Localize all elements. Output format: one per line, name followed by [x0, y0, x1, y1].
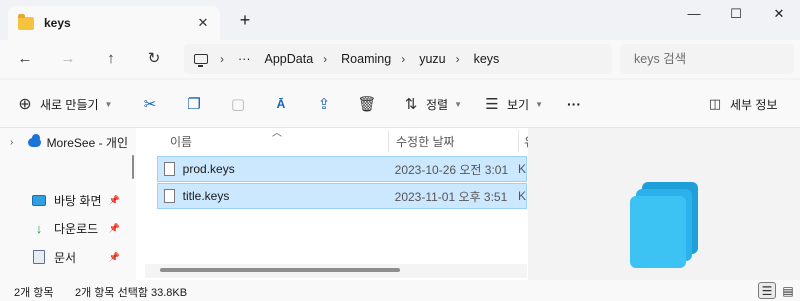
forward-button[interactable]: →	[57, 48, 79, 70]
column-divider[interactable]	[388, 130, 389, 152]
file-row-title-keys[interactable]: title.keys 2023-11-01 오후 3:51 K	[157, 183, 527, 209]
file-type: K	[517, 162, 526, 176]
breadcrumb-separator[interactable]: ›	[323, 52, 327, 66]
share-button[interactable]: ⇪	[315, 92, 333, 116]
details-view-icon: ☰	[761, 283, 773, 298]
plus-icon: ⊕	[18, 96, 32, 113]
sort-ascending-icon: ︿	[272, 128, 282, 139]
document-icon	[33, 250, 45, 264]
cut-button[interactable]: ✂	[141, 92, 159, 116]
tab-title: keys	[44, 16, 71, 30]
sidebar-scrollbar[interactable]	[132, 155, 134, 179]
new-tab-button[interactable]: +	[236, 11, 254, 29]
details-view-button[interactable]: ☰	[758, 282, 776, 299]
pin-icon: 📌	[108, 251, 120, 262]
share-icon: ⇪	[317, 96, 331, 113]
rename-icon: Ā	[276, 97, 286, 111]
breadcrumb-appdata[interactable]: AppData	[265, 52, 314, 66]
sidebar-item-downloads[interactable]: ↓ 다운로드 📌	[0, 215, 132, 241]
new-label: 새로 만들기	[40, 97, 99, 112]
tab-close-button[interactable]: ✕	[194, 14, 212, 32]
clipboard-icon: ▢	[230, 96, 246, 113]
pin-icon: 📌	[108, 194, 120, 205]
pin-icon: 📌	[108, 222, 120, 233]
sidebar-item-desktop[interactable]: 바탕 화면 📌	[0, 187, 132, 213]
scissors-icon: ✂	[143, 96, 157, 113]
sidebar-item-documents[interactable]: 문서 📌	[0, 244, 132, 270]
sort-icon: ⇅	[404, 96, 418, 113]
view-list-icon: ☰	[485, 96, 499, 113]
breadcrumb-yuzu[interactable]: yuzu	[419, 52, 445, 66]
rename-button[interactable]: Ā	[272, 92, 290, 116]
search-input[interactable]: keys 검색	[620, 44, 794, 74]
sort-label: 정렬	[426, 97, 449, 112]
up-button[interactable]: ↑	[100, 48, 122, 70]
sort-button[interactable]: ⇅ 정렬 ▼	[402, 92, 462, 116]
refresh-button[interactable]: ↻	[143, 48, 165, 70]
tab-keys[interactable]: keys ✕	[8, 6, 220, 40]
breadcrumb-separator[interactable]: ›	[456, 52, 460, 66]
delete-button[interactable]: 🗑	[357, 92, 377, 116]
new-button[interactable]: ⊕ 새로 만들기 ▼	[16, 92, 112, 116]
file-date: 2023-11-01 오후 3:51	[394, 189, 508, 204]
copy-icon: ❐	[187, 96, 201, 113]
sidebar-item-onedrive[interactable]: › MoreSee - 개인	[0, 129, 128, 155]
sidebar-item-label: 다운로드	[54, 221, 99, 236]
breadcrumb-keys[interactable]: keys	[474, 52, 500, 66]
column-header-date[interactable]: 수정한 날짜	[396, 133, 455, 150]
tiles-view-button[interactable]: ▤	[779, 282, 797, 299]
file-type: K	[517, 189, 526, 203]
close-button[interactable]: ✕	[765, 4, 793, 24]
file-icon	[164, 189, 175, 203]
tiles-view-icon: ▤	[782, 283, 794, 298]
chevron-down-icon: ▼	[535, 99, 544, 109]
copy-button[interactable]: ❐	[185, 92, 203, 116]
column-header-name[interactable]: 이름	[170, 133, 192, 150]
cloud-icon	[27, 133, 41, 147]
chevron-right-icon[interactable]: ›	[10, 137, 20, 148]
sidebar-item-label: 바탕 화면	[54, 193, 102, 208]
breadcrumb-roaming[interactable]: Roaming	[341, 52, 391, 66]
file-name: prod.keys	[182, 162, 235, 176]
paste-button[interactable]: ▢	[229, 92, 247, 116]
details-pane-icon: ◫	[708, 96, 722, 111]
sidebar-item-label: 문서	[54, 250, 77, 265]
minimize-button[interactable]: —	[680, 4, 708, 24]
file-name: title.keys	[182, 189, 230, 203]
desktop-icon	[32, 194, 46, 206]
download-icon: ↓	[35, 220, 43, 236]
selection-info: 2개 항목 선택함 33.8KB	[75, 287, 188, 299]
details-pane-button[interactable]: ◫ 세부 정보	[706, 92, 778, 116]
breadcrumb-overflow[interactable]: ···	[238, 52, 251, 66]
details-label: 세부 정보	[730, 97, 778, 112]
breadcrumb-separator[interactable]: ›	[401, 52, 405, 66]
item-count: 2개 항목	[14, 287, 54, 299]
column-divider[interactable]	[518, 130, 519, 152]
this-pc-icon	[194, 54, 208, 67]
more-options-button[interactable]: ···	[567, 92, 581, 116]
maximize-button[interactable]: ☐	[722, 4, 750, 24]
file-row-prod-keys[interactable]: prod.keys 2023-10-26 오전 3:01 K	[157, 156, 527, 182]
sidebar-item-label: MoreSee - 개인	[46, 135, 128, 150]
file-stack-icon	[630, 196, 686, 268]
folder-icon	[18, 13, 34, 30]
file-date: 2023-10-26 오전 3:01	[394, 162, 509, 177]
view-button[interactable]: ☰ 보기 ▼	[483, 92, 543, 116]
command-bar	[0, 80, 800, 128]
scrollbar-thumb[interactable]	[160, 268, 400, 272]
back-button[interactable]: ←	[14, 48, 36, 70]
chevron-down-icon: ▼	[454, 99, 463, 109]
file-icon	[164, 162, 175, 176]
breadcrumb-separator: ›	[220, 52, 224, 66]
chevron-down-icon: ▼	[104, 99, 113, 109]
address-bar[interactable]: › ··· AppData › Roaming › yuzu › keys	[184, 44, 612, 74]
trash-icon: 🗑	[357, 96, 377, 113]
view-label: 보기	[507, 97, 530, 112]
